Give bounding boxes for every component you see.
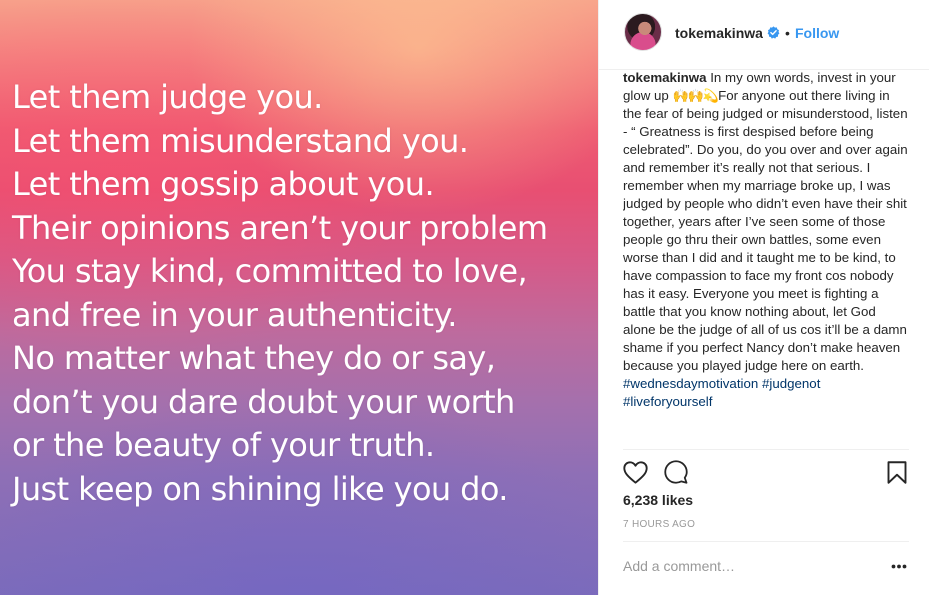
quote-line: don’t you dare doubt your worth	[12, 382, 515, 421]
header-separator: •	[785, 25, 790, 41]
raised-hands-emoji: 🙌🙌💫	[672, 88, 720, 103]
instagram-post-view: Let them judge you. Let them misundersta…	[0, 0, 929, 595]
quote-line: Let them gossip about you.	[12, 165, 435, 203]
hashtag-link[interactable]: #liveforyourself	[623, 394, 712, 409]
add-comment-input[interactable]	[623, 556, 873, 576]
quote-line: Let them misunderstand you.	[12, 121, 469, 160]
quote-line: Just keep on shining like you do.	[12, 469, 508, 508]
quote-line: No matter what they do or say,	[12, 339, 496, 377]
caption-username[interactable]: tokemakinwa	[623, 70, 707, 85]
quote-text: Let them judge you. Let them misundersta…	[12, 76, 548, 511]
post-header: tokemakinwa • Follow	[599, 0, 929, 70]
divider	[623, 541, 909, 542]
quote-line: or the beauty of your truth.	[12, 426, 435, 464]
header-username[interactable]: tokemakinwa	[675, 25, 763, 41]
caption-scroll-area[interactable]: tokemakinwa In my own words, invest in y…	[623, 70, 909, 448]
post-side-panel: tokemakinwa • Follow tokemakinwa In my o…	[598, 0, 929, 595]
quote-line: Let them judge you.	[12, 78, 323, 116]
hashtag-link[interactable]: #wednesdaymotivation	[623, 376, 758, 391]
verified-badge-icon	[767, 26, 780, 39]
post-timestamp[interactable]: 7 HOURS AGO	[623, 519, 695, 530]
post-image[interactable]: Let them judge you. Let them misundersta…	[0, 0, 598, 595]
caption: tokemakinwa In my own words, invest in y…	[623, 70, 909, 411]
heart-outline-icon[interactable]	[623, 461, 648, 484]
follow-button[interactable]: Follow	[795, 25, 839, 41]
quote-line: You stay kind, committed to love,	[12, 252, 528, 290]
avatar[interactable]	[624, 13, 662, 51]
likes-count[interactable]: 6,238 likes	[623, 492, 693, 508]
ellipsis-icon[interactable]	[891, 564, 907, 569]
quote-line: Their opinions aren’t your problem	[12, 208, 548, 247]
quote-line: and free in your authenticity.	[12, 295, 457, 334]
hashtag-link[interactable]: #judgenot	[762, 376, 820, 391]
caption-text: For anyone out there living in the fear …	[623, 88, 908, 373]
speech-bubble-icon[interactable]	[664, 460, 688, 484]
bookmark-icon[interactable]	[887, 461, 907, 484]
divider	[623, 449, 909, 450]
